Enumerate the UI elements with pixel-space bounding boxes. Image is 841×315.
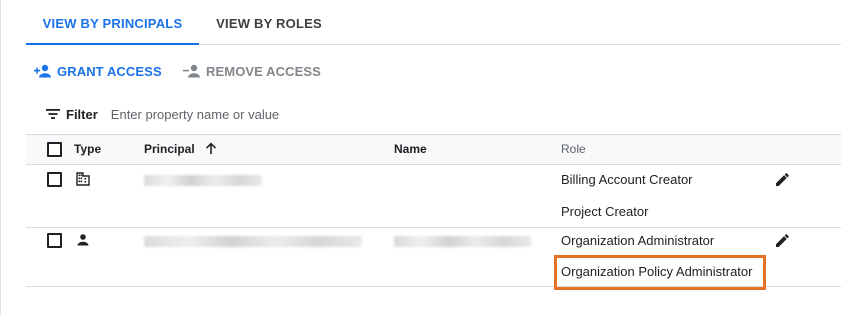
row-checkbox[interactable] — [47, 172, 62, 187]
role-label: Organization Administrator — [561, 233, 715, 248]
table-row: Billing Account Creator Project Creator — [26, 165, 841, 228]
permissions-table: Type Principal Name Role Billing Account… — [26, 134, 841, 290]
select-all-checkbox[interactable] — [47, 142, 62, 157]
column-header-type[interactable]: Type — [74, 135, 101, 164]
edit-pencil-icon[interactable] — [774, 231, 792, 249]
filter-input[interactable] — [110, 106, 411, 122]
remove-access-button[interactable]: REMOVE ACCESS — [183, 61, 321, 81]
filter-list-icon — [46, 109, 60, 119]
tab-view-by-roles[interactable]: VIEW BY ROLES — [199, 0, 339, 44]
column-header-principal-label: Principal — [144, 142, 195, 156]
table-header: Type Principal Name Role — [26, 134, 841, 165]
domain-icon — [76, 172, 90, 186]
tab-view-by-principals[interactable]: VIEW BY PRINCIPALS — [26, 0, 199, 45]
row-checkbox[interactable] — [47, 233, 62, 248]
tab-bar: VIEW BY PRINCIPALS VIEW BY ROLES — [26, 0, 841, 45]
person-add-icon — [34, 64, 51, 78]
column-header-name[interactable]: Name — [394, 135, 427, 164]
remove-access-label: REMOVE ACCESS — [206, 63, 321, 79]
person-remove-icon — [183, 64, 200, 78]
grant-access-label: GRANT ACCESS — [57, 63, 162, 79]
role-label: Project Creator — [561, 204, 649, 219]
name-redacted — [394, 236, 531, 247]
column-header-role: Role — [561, 142, 586, 156]
filter-label: Filter — [66, 106, 98, 122]
filter-bar: Filter — [46, 104, 411, 124]
column-header-principal[interactable]: Principal — [144, 135, 218, 164]
highlight-box — [554, 255, 766, 290]
principal-redacted — [144, 175, 262, 186]
role-label: Billing Account Creator — [561, 172, 693, 187]
grant-access-button[interactable]: GRANT ACCESS — [34, 61, 162, 81]
left-border — [0, 0, 1, 315]
person-icon — [77, 234, 89, 246]
arrow-upward-icon — [206, 142, 217, 154]
principal-redacted — [144, 236, 362, 247]
edit-pencil-icon[interactable] — [774, 170, 792, 188]
